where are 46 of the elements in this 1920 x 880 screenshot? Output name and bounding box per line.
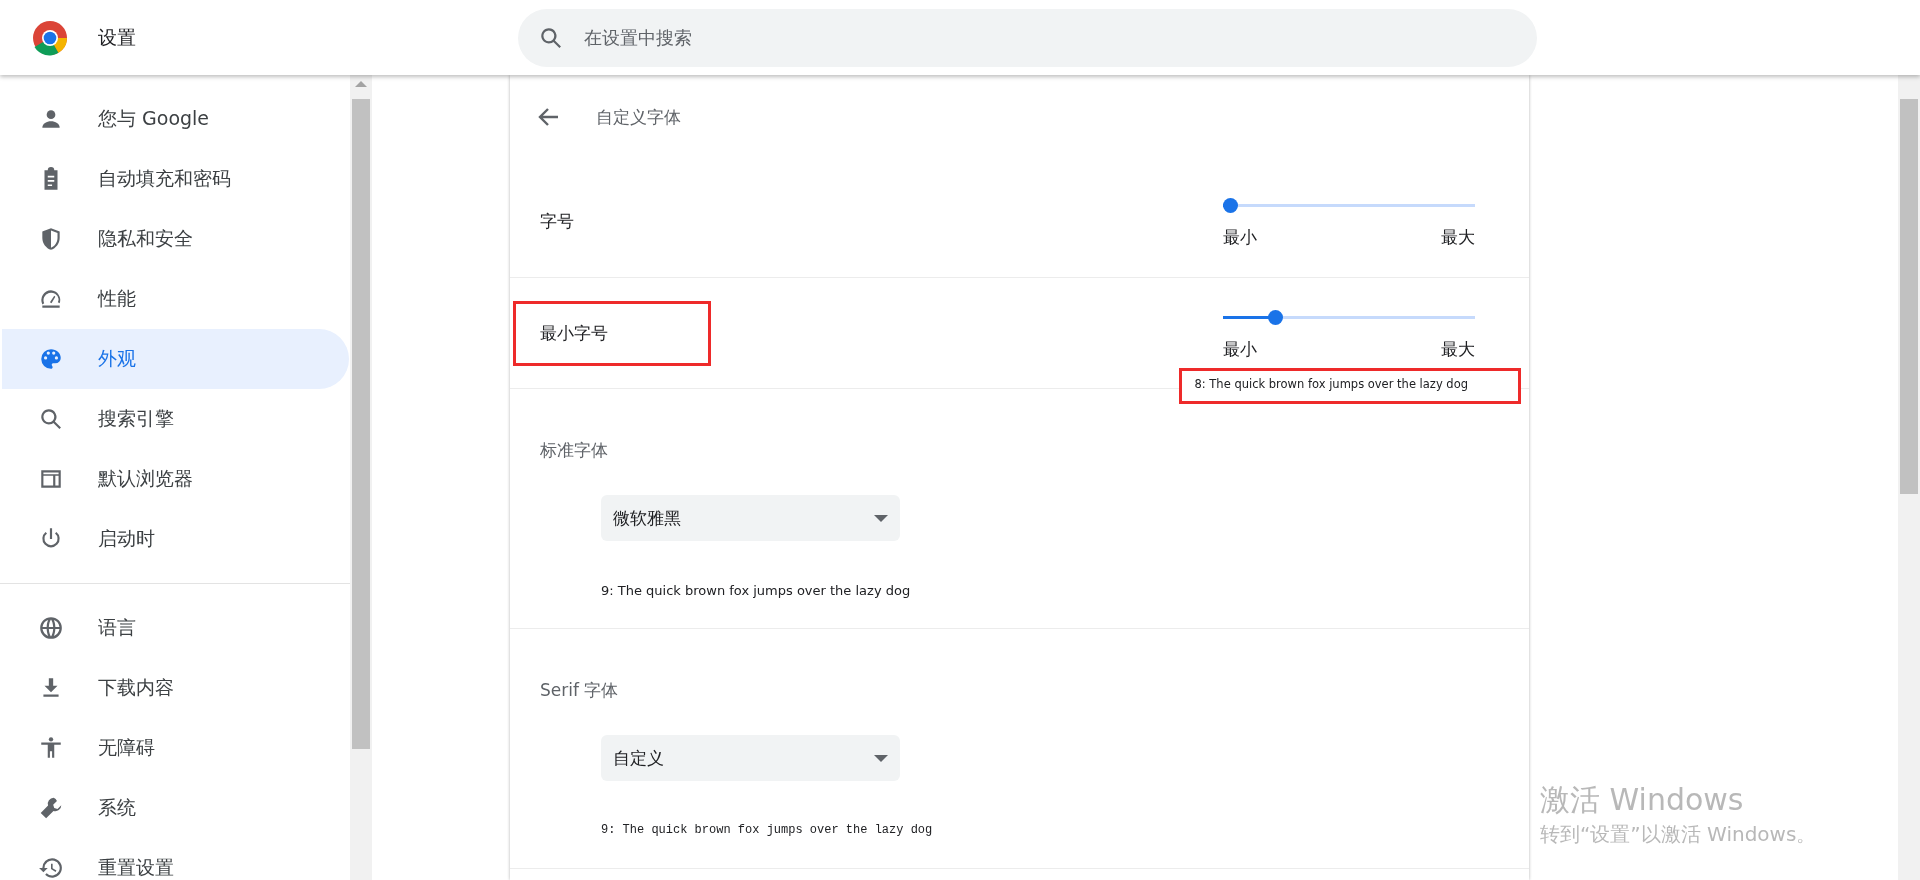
browser-logo-icon	[32, 19, 68, 56]
activation-notice-text: 转到“设置”以激活 Windows。	[1540, 821, 1817, 848]
sidebar-item[interactable]: 系统	[2, 778, 349, 838]
font-dropdown[interactable]: 自定义	[601, 735, 900, 781]
min-label: 最小	[1223, 337, 1257, 361]
palette-icon	[38, 346, 64, 372]
slider[interactable]	[1223, 197, 1475, 214]
sidebar-item[interactable]: 重置设置	[2, 838, 349, 880]
font-dropdown[interactable]: 微软雅黑	[601, 495, 900, 541]
search-field[interactable]: 在设置中搜索	[518, 8, 1537, 67]
history-icon	[38, 855, 64, 880]
sidebar-item[interactable]: 性能	[2, 269, 349, 329]
caret-icon	[874, 754, 888, 762]
page-title: 设置	[98, 24, 136, 50]
scrollbar[interactable]	[1898, 75, 1920, 880]
max-label: 最大	[1441, 337, 1475, 361]
min-label: 最小	[1223, 225, 1257, 249]
subpage-title: 自定义字体	[596, 105, 681, 129]
sidebar-item[interactable]: 您与 Google	[2, 89, 349, 149]
sidebar-item[interactable]: 启动时	[2, 509, 349, 569]
sidebar-item[interactable]: 搜索引擎	[2, 389, 349, 449]
wrench-icon	[38, 795, 64, 821]
caret-icon	[874, 514, 888, 522]
font-preview: 9: The quick brown fox jumps over the lazy dog	[601, 583, 912, 598]
search-icon	[38, 406, 64, 432]
max-label: 最大	[1441, 225, 1475, 249]
sidebar-item[interactable]: 语言	[2, 598, 349, 658]
activation-notice-title: 激活 Windows	[1540, 781, 1745, 819]
sidebar-item[interactable]: 下载内容	[2, 658, 349, 718]
scrollbar[interactable]	[350, 75, 372, 880]
globe-icon	[38, 615, 64, 641]
section-title: Serif 字体	[540, 679, 620, 702]
sidebar-item[interactable]: 无障碍	[2, 718, 349, 778]
sidebar-item[interactable]: 隐私和安全	[2, 209, 349, 269]
slider-thumb[interactable]	[1267, 309, 1283, 325]
font-preview: 8: The quick brown fox jumps over the lazy dog	[1179, 368, 1521, 404]
section-title: 标准字体	[540, 439, 609, 462]
sidebar-item[interactable]: 外观	[2, 329, 349, 389]
slider-thumb[interactable]	[1223, 197, 1238, 213]
font-preview: 9: The quick brown fox jumps over the lazy dog	[601, 823, 934, 837]
sidebar-item[interactable]: 自动填充和密码	[2, 149, 349, 209]
sidebar-item[interactable]: 默认浏览器	[2, 449, 349, 509]
accessibility-icon	[38, 735, 64, 761]
setting-label: 字号	[540, 209, 574, 233]
setting-label: 最小字号	[513, 300, 711, 366]
slider[interactable]	[1223, 309, 1475, 326]
